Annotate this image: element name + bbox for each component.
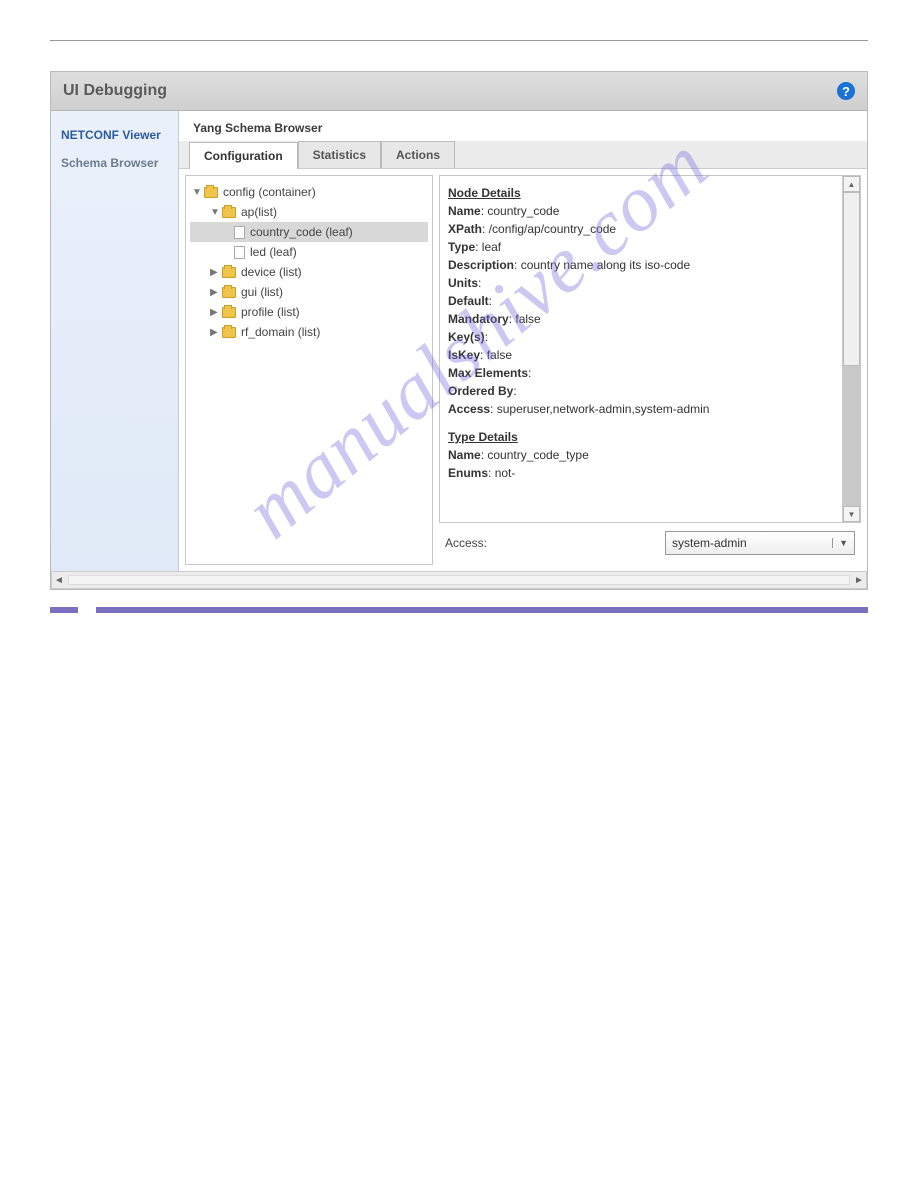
access-dropdown[interactable]: system-admin ▼ [665, 531, 855, 555]
main-panel: Yang Schema Browser Configuration Statis… [179, 111, 867, 571]
detail-xpath: XPath: /config/ap/country_code [448, 220, 840, 238]
sidebar: NETCONF Viewer Schema Browser [51, 111, 179, 571]
type-name: Name: country_code_type [448, 446, 840, 464]
detail-mandatory: Mandatory: false [448, 310, 840, 328]
collapse-icon: ▶ [210, 287, 220, 298]
expand-icon: ▼ [210, 207, 220, 218]
detail-type: Type: leaf [448, 238, 840, 256]
titlebar: UI Debugging ? [51, 72, 867, 111]
browser-row: ▼ config (container) ▼ ap(list) country_… [179, 169, 867, 571]
window-title: UI Debugging [63, 82, 167, 100]
detail-units: Units: [448, 274, 840, 292]
detail-description: Description: country name along its iso-… [448, 256, 840, 274]
tree-label: country_code (leaf) [250, 225, 353, 239]
collapse-icon: ▶ [210, 267, 220, 278]
sidebar-item-netconf-viewer[interactable]: NETCONF Viewer [51, 121, 178, 149]
tree-node-rf-domain[interactable]: ▶ rf_domain (list) [190, 322, 428, 342]
vertical-scrollbar[interactable]: ▲ ▼ [842, 176, 860, 522]
scrollbar-thumb[interactable] [843, 192, 860, 366]
folder-icon [222, 307, 236, 318]
scrollbar-track[interactable] [843, 366, 860, 506]
detail-keys: Key(s): [448, 328, 840, 346]
details-scroll[interactable]: Node Details Name: country_code XPath: /… [440, 176, 860, 522]
detail-default: Default: [448, 292, 840, 310]
tree-label: device (list) [241, 265, 302, 279]
tree-node-device[interactable]: ▶ device (list) [190, 262, 428, 282]
tree-node-profile[interactable]: ▶ profile (list) [190, 302, 428, 322]
sidebar-item-schema-browser[interactable]: Schema Browser [51, 149, 178, 177]
tree-label: gui (list) [241, 285, 283, 299]
dropdown-value: system-admin [672, 536, 747, 550]
tree-label: led (leaf) [250, 245, 297, 259]
tab-actions[interactable]: Actions [381, 141, 455, 168]
help-icon[interactable]: ? [837, 82, 855, 100]
tree-label: ap(list) [241, 205, 277, 219]
folder-icon [204, 187, 218, 198]
footer-rule [50, 602, 868, 610]
detail-name: Name: country_code [448, 202, 840, 220]
tree-node-country-code[interactable]: country_code (leaf) [190, 222, 428, 242]
tree-node-gui[interactable]: ▶ gui (list) [190, 282, 428, 302]
horizontal-scrollbar[interactable]: ◄ ► [51, 571, 867, 589]
detail-orderedby: Ordered By: [448, 382, 840, 400]
folder-icon [222, 287, 236, 298]
tabs: Configuration Statistics Actions [179, 141, 867, 169]
leaf-icon [234, 226, 245, 239]
scrollbar-track[interactable] [68, 575, 850, 585]
scroll-up-icon[interactable]: ▲ [843, 176, 860, 192]
tree-label: config (container) [223, 185, 316, 199]
section-title: Yang Schema Browser [179, 111, 867, 141]
page-top-rule [50, 40, 868, 41]
detail-maxelements: Max Elements: [448, 364, 840, 382]
scroll-down-icon[interactable]: ▼ [843, 506, 860, 522]
folder-icon [222, 207, 236, 218]
access-row: Access: system-admin ▼ [439, 523, 861, 565]
tree-node-led[interactable]: led (leaf) [190, 242, 428, 262]
expand-icon: ▼ [192, 187, 202, 198]
tree-panel[interactable]: ▼ config (container) ▼ ap(list) country_… [185, 175, 433, 565]
detail-iskey: IsKey: false [448, 346, 840, 364]
detail-access: Access: superuser,network-admin,system-a… [448, 400, 840, 418]
scroll-left-icon[interactable]: ◄ [52, 575, 66, 586]
folder-icon [222, 327, 236, 338]
folder-icon [222, 267, 236, 278]
type-enums: Enums: not- [448, 464, 840, 482]
tree-label: rf_domain (list) [241, 325, 320, 339]
access-label: Access: [445, 536, 487, 550]
tab-configuration[interactable]: Configuration [189, 142, 298, 169]
app-window: UI Debugging ? NETCONF Viewer Schema Bro… [50, 71, 868, 590]
collapse-icon: ▶ [210, 307, 220, 318]
tab-statistics[interactable]: Statistics [298, 141, 381, 168]
tree-label: profile (list) [241, 305, 300, 319]
chevron-down-icon: ▼ [832, 538, 848, 548]
scroll-right-icon[interactable]: ► [852, 575, 866, 586]
type-details-heading: Type Details [448, 428, 840, 446]
tree-node-config[interactable]: ▼ config (container) [190, 182, 428, 202]
leaf-icon [234, 246, 245, 259]
node-details-heading: Node Details [448, 184, 840, 202]
body-row: NETCONF Viewer Schema Browser Yang Schem… [51, 111, 867, 571]
tree-node-ap[interactable]: ▼ ap(list) [190, 202, 428, 222]
details-panel: Node Details Name: country_code XPath: /… [439, 175, 861, 523]
collapse-icon: ▶ [210, 327, 220, 338]
